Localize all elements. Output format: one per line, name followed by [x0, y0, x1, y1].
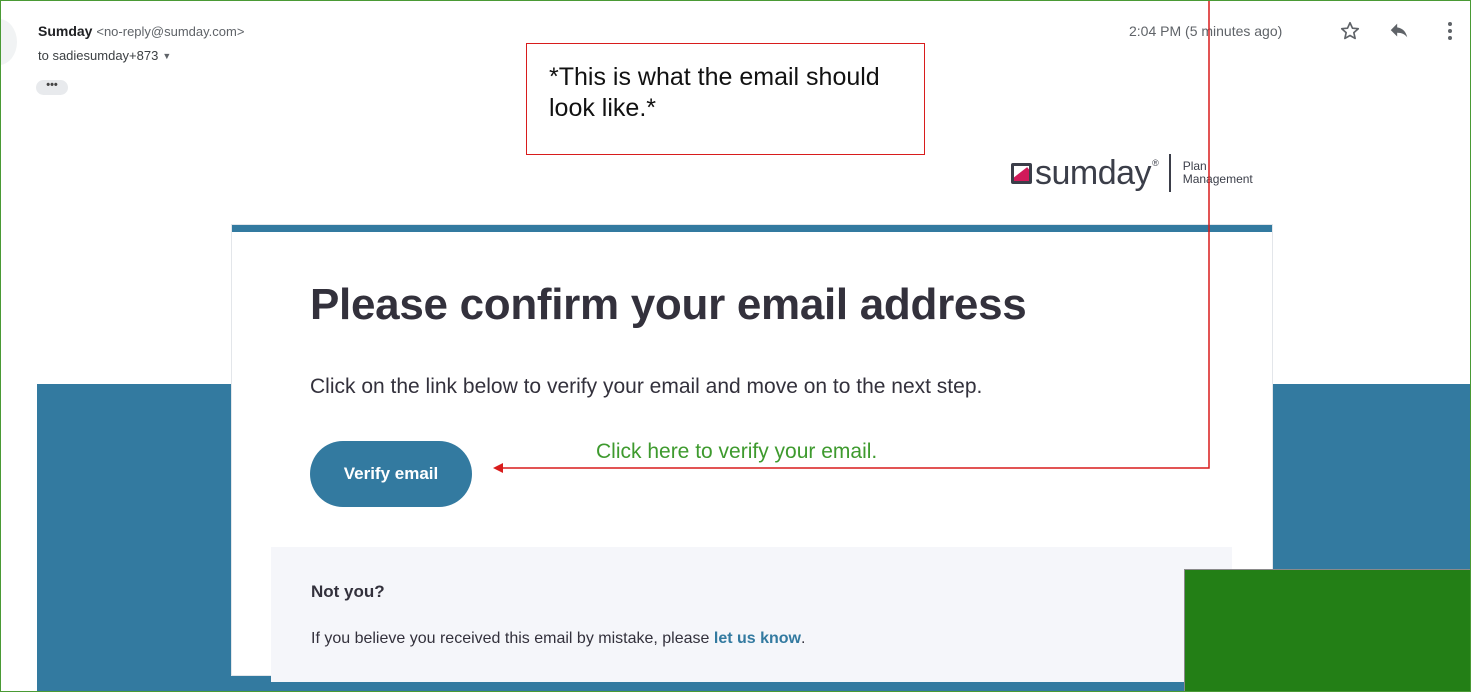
annotation-instruction: Click here to verify your email. [596, 440, 878, 463]
avatar[interactable] [1, 19, 17, 65]
logo-subtitle-line2: Management [1182, 172, 1253, 186]
email-title: Please confirm your email address [310, 280, 1027, 329]
recipient-line[interactable]: to sadiesumday+873 ▼ [38, 48, 171, 63]
sender-email: <no-reply@sumday.com> [96, 24, 245, 39]
show-trimmed-content-button[interactable]: ••• [36, 80, 68, 95]
annotation-callout: *This is what the email should look like… [526, 43, 925, 155]
star-icon[interactable] [1338, 19, 1362, 43]
not-you-text: If you believe you received this email b… [311, 630, 805, 648]
not-you-panel: Not you? If you believe you received thi… [271, 547, 1232, 682]
logo-wordmark: sumday [1035, 154, 1152, 192]
chevron-down-icon[interactable]: ▼ [162, 51, 171, 61]
email-body-text: Click on the link below to verify your e… [310, 375, 983, 398]
not-you-title: Not you? [311, 582, 385, 601]
green-overlay-block [1184, 569, 1470, 691]
logo-divider [1168, 154, 1171, 192]
sender-line: Sumday <no-reply@sumday.com> [38, 23, 244, 39]
reply-icon[interactable] [1387, 19, 1411, 43]
sumday-logo-icon [1011, 162, 1032, 184]
screenshot-frame: Sumday <no-reply@sumday.com> to sadiesum… [0, 0, 1471, 692]
sender-name: Sumday [38, 23, 93, 39]
sumday-logo: sumday ® Plan Management [1011, 151, 1253, 195]
registered-mark: ® [1152, 158, 1159, 168]
more-vertical-icon[interactable] [1438, 19, 1462, 43]
not-you-period: . [801, 630, 806, 647]
recipient-text: to sadiesumday+873 [38, 48, 159, 63]
logo-subtitle: Plan Management [1183, 160, 1253, 186]
let-us-know-link[interactable]: let us know [714, 630, 801, 647]
not-you-message: If you believe you received this email b… [311, 630, 714, 647]
verify-email-button[interactable]: Verify email [310, 441, 472, 507]
timestamp: 2:04 PM (5 minutes ago) [1129, 23, 1283, 39]
